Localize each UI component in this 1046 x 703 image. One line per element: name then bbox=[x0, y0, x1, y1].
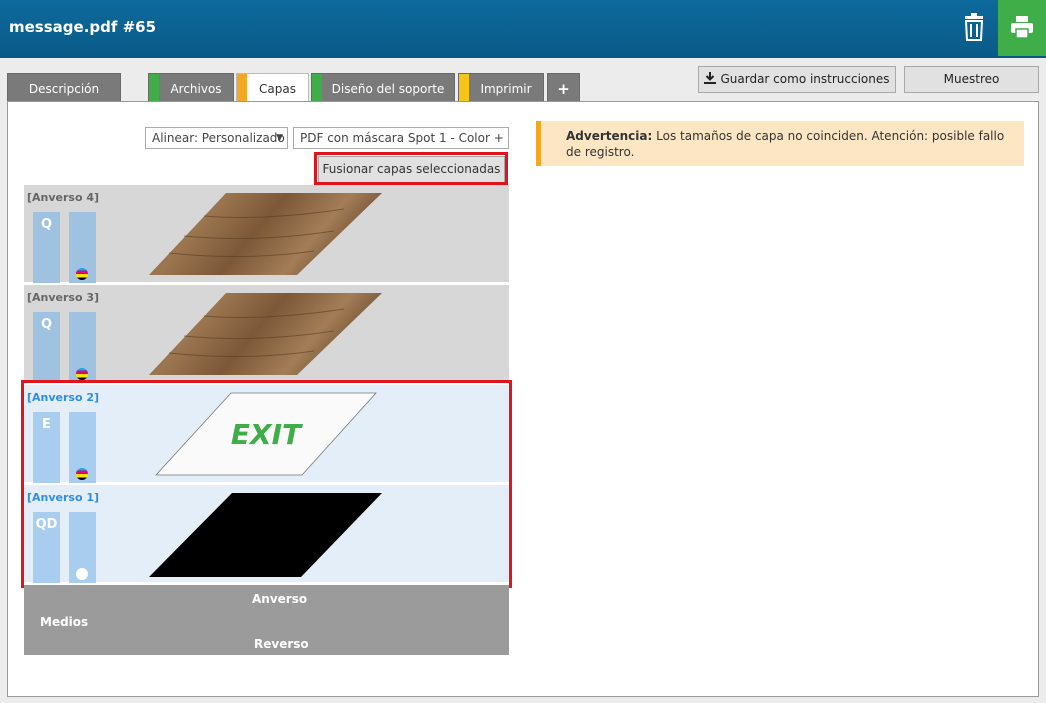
layer-anverso-3[interactable]: [Anverso 3] Q bbox=[24, 285, 509, 383]
layer-name: [Anverso 2] bbox=[27, 391, 100, 404]
layer-color-tag[interactable] bbox=[69, 512, 96, 583]
tab-descripcion[interactable]: Descripción bbox=[7, 73, 121, 103]
tab-bar: Descripción Archivos Capas Diseño del so… bbox=[0, 68, 700, 105]
layer-thumbnail-wood bbox=[149, 193, 382, 275]
layer-color-tag[interactable] bbox=[69, 212, 96, 283]
dropdown-arrow-icon: ▼ bbox=[276, 133, 283, 143]
layer-anverso-1[interactable]: [Anverso 1] QD bbox=[24, 485, 509, 583]
mask-select[interactable]: PDF con máscara Spot 1 - Color + Ar bbox=[293, 127, 509, 149]
layer-color-tag[interactable] bbox=[69, 312, 96, 383]
printer-icon bbox=[1011, 16, 1033, 39]
merge-layers-button[interactable]: Fusionar capas seleccionadas bbox=[318, 156, 505, 183]
warning-banner: Advertencia: Los tamaños de capa no coin… bbox=[536, 121, 1024, 166]
add-tab-button[interactable]: + bbox=[547, 73, 580, 103]
layer-anverso-2[interactable]: [Anverso 2] E EXIT bbox=[24, 385, 509, 483]
plus-icon: + bbox=[557, 80, 570, 98]
layer-type-tag[interactable]: Q bbox=[33, 312, 60, 383]
layer-type-tag[interactable]: E bbox=[33, 412, 60, 483]
trash-icon[interactable] bbox=[962, 13, 986, 41]
print-button[interactable] bbox=[998, 0, 1046, 56]
layer-thumbnail-black bbox=[149, 493, 382, 577]
window-title: message.pdf #65 bbox=[9, 18, 157, 36]
cmyk-icon bbox=[76, 368, 88, 380]
cmyk-icon bbox=[76, 268, 88, 280]
tab-diseno-soporte[interactable]: Diseño del soporte bbox=[311, 73, 455, 103]
white-dot-icon bbox=[76, 568, 88, 580]
layer-thumbnail-exit: EXIT bbox=[155, 392, 377, 476]
exit-sign-text: EXIT bbox=[231, 418, 303, 451]
layer-name: [Anverso 4] bbox=[27, 191, 100, 204]
tab-imprimir[interactable]: Imprimir bbox=[458, 73, 544, 103]
layer-type-tag[interactable]: Q bbox=[33, 212, 60, 283]
layer-type-tag[interactable]: QD bbox=[33, 512, 60, 583]
layer-name: [Anverso 1] bbox=[27, 491, 100, 504]
layer-anverso-4[interactable]: [Anverso 4] Q bbox=[24, 185, 509, 283]
tab-archivos[interactable]: Archivos bbox=[148, 73, 234, 103]
media-front-label: Anverso bbox=[252, 592, 308, 606]
media-back-label: Reverso bbox=[254, 637, 309, 651]
save-instructions-button[interactable]: Guardar como instrucciones bbox=[698, 66, 896, 93]
layer-name: [Anverso 3] bbox=[27, 291, 100, 304]
align-select[interactable]: Alinear: Personalizado ▼ bbox=[145, 127, 288, 149]
sampling-button[interactable]: Muestreo bbox=[904, 66, 1039, 93]
media-bar: Anverso Medios Reverso bbox=[24, 585, 509, 655]
media-label: Medios bbox=[40, 615, 89, 629]
download-icon bbox=[704, 72, 717, 84]
cmyk-icon bbox=[76, 468, 88, 480]
title-bar: message.pdf #65 bbox=[0, 0, 1046, 58]
layer-thumbnail-wood bbox=[149, 293, 382, 375]
layer-color-tag[interactable] bbox=[69, 412, 96, 483]
